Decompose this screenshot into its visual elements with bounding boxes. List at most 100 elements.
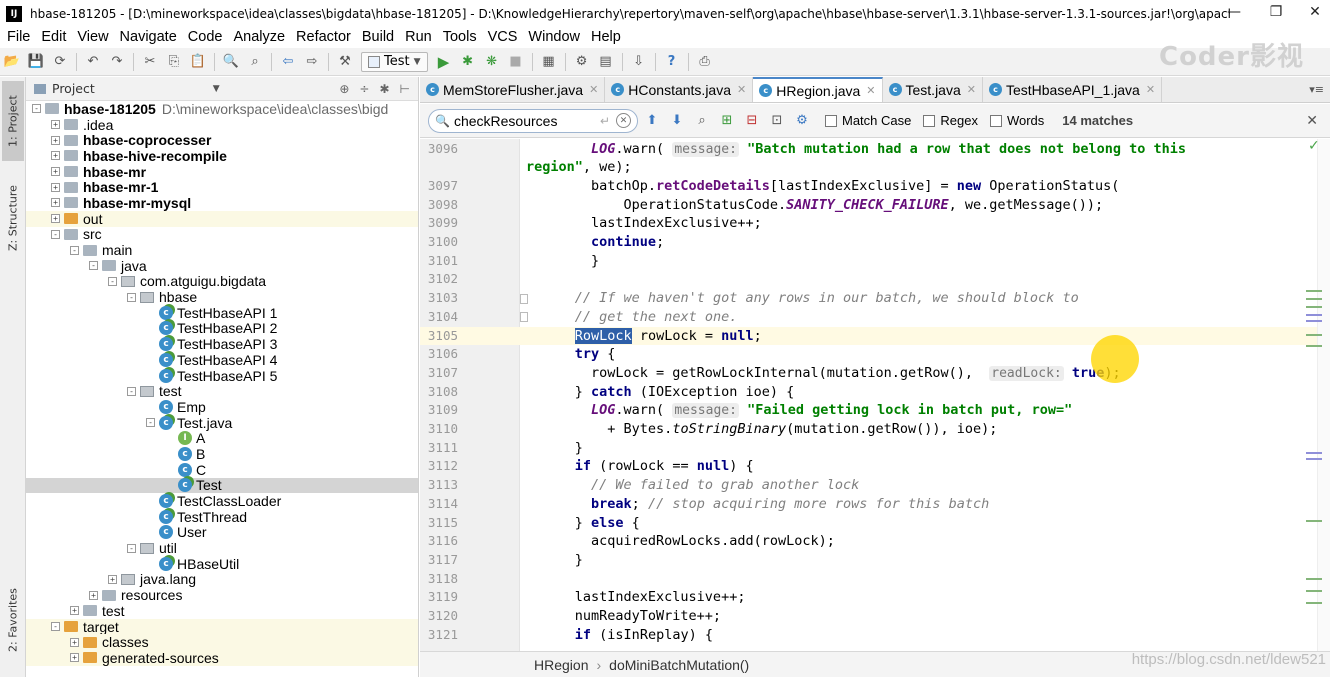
forward-icon[interactable]: ⇨ [301,52,323,72]
collapse-toggle-icon[interactable]: - [51,622,60,632]
breadcrumb-class[interactable]: HRegion [534,657,588,673]
collapse-toggle-icon[interactable]: - [127,292,136,302]
line-number[interactable]: 3117 [420,551,458,570]
code-line[interactable]: 3118 [420,570,1317,589]
remove-occurrence-icon[interactable]: ⊟ [741,111,763,131]
tree-item[interactable]: c TestThread [26,509,418,525]
vcs-icon[interactable]: ⇩ [628,52,650,72]
project-tool-tab[interactable]: 1: Project [2,81,24,161]
menu-code[interactable]: Code [182,29,228,45]
help-icon[interactable]: ? [661,52,683,72]
tree-item[interactable]: + java.lang [26,571,418,587]
breadcrumb-method[interactable]: doMiniBatchMutation() [609,657,749,673]
structure-tool-tab[interactable]: Z: Structure [2,173,24,263]
tree-item[interactable]: c TestHbaseAPI 1 [26,305,418,321]
tree-item[interactable]: c Test [26,477,418,493]
coverage-icon[interactable]: ❋ [481,52,503,72]
debug-icon[interactable]: ✱ [457,52,479,72]
code-line[interactable]: region", we); [420,158,1317,177]
open-folder-icon[interactable]: 📂 [1,52,23,72]
line-number[interactable]: 3108 [420,383,458,402]
find-all-icon[interactable]: ⌕ [691,111,713,131]
clear-search-icon[interactable]: ✕ [616,113,631,128]
line-number[interactable]: 3104 [420,308,458,327]
line-number[interactable]: 3120 [420,607,458,626]
expand-toggle-icon[interactable]: + [51,214,60,224]
back-icon[interactable]: ⇦ [277,52,299,72]
line-number[interactable]: 3110 [420,420,458,439]
line-number[interactable]: 3102 [420,270,458,289]
code-line[interactable]: 3115 } else { [420,514,1317,533]
code-line[interactable]: 3098 OperationStatusCode.SANITY_CHECK_FA… [420,196,1317,215]
menu-navigate[interactable]: Navigate [114,29,182,45]
tree-item[interactable]: + generated-sources [26,650,418,666]
undo-icon[interactable]: ↶ [82,52,104,72]
change-marker[interactable] [1306,298,1322,300]
favorites-tool-tab[interactable]: 2: Favorites [2,575,24,665]
line-number[interactable]: 3115 [420,514,458,533]
tree-item[interactable]: + test [26,603,418,619]
error-stripe[interactable] [1317,139,1330,651]
tree-item[interactable]: c TestHbaseAPI 3 [26,336,418,352]
line-number[interactable]: 3096 [420,140,458,159]
menu-run[interactable]: Run [399,29,437,45]
change-marker[interactable] [1306,290,1322,292]
tree-item[interactable]: - c Test.java [26,415,418,431]
line-number[interactable]: 3105 [420,327,458,346]
tab-list-icon[interactable]: ▾≡ [1303,77,1330,102]
regex-checkbox[interactable]: Regex [923,113,978,128]
tree-item[interactable]: IA [26,430,418,446]
redo-icon[interactable]: ↷ [106,52,128,72]
copy-icon[interactable]: ⎘ [163,52,185,72]
change-marker[interactable] [1306,520,1322,522]
code-line[interactable]: 3119 lastIndexExclusive++; [420,588,1317,607]
build-icon[interactable]: ⚒ [334,52,356,72]
project-panel-title[interactable]: Project [52,81,95,96]
change-marker[interactable] [1306,578,1322,580]
menu-analyze[interactable]: Analyze [227,29,290,45]
expand-toggle-icon[interactable]: + [51,167,60,177]
menu-window[interactable]: Window [522,29,585,45]
previous-occurrence-icon[interactable]: ⬆ [641,111,663,131]
tree-item[interactable]: c TestHbaseAPI 5 [26,368,418,384]
editor-tab[interactable]: c HRegion.java ✕ [753,77,883,102]
tree-item[interactable]: - java [26,258,418,274]
code-line[interactable]: 3113 // We failed to grab another lock [420,476,1317,495]
line-number[interactable]: 3112 [420,457,458,476]
code-line[interactable]: 3114 break; // stop acquiring more rows … [420,495,1317,514]
close-window-button[interactable]: ✕ [1305,4,1325,20]
code-line[interactable]: 3111 } [420,439,1317,458]
tree-item[interactable]: + out [26,211,418,227]
tree-item[interactable]: - test [26,383,418,399]
code-line[interactable]: 3109 LOG.warn( message: "Failed getting … [420,401,1317,420]
expand-toggle-icon[interactable]: + [51,198,60,208]
line-number[interactable]: 3106 [420,345,458,364]
collapse-icon[interactable]: ÷ [359,82,369,96]
close-tab-icon[interactable]: ✕ [1146,83,1155,96]
line-number[interactable]: 3113 [420,476,458,495]
change-marker[interactable] [1306,602,1322,604]
occurrence-marker[interactable] [1306,320,1322,322]
expand-toggle-icon[interactable]: + [51,151,60,161]
code-line[interactable]: 3104 // get the next one. [420,308,1317,327]
words-checkbox[interactable]: Words [989,113,1044,128]
replace-icon[interactable]: ⌕ [244,52,266,72]
tree-item[interactable]: + resources [26,587,418,603]
tree-item[interactable]: c Emp [26,399,418,415]
line-number[interactable]: 3101 [420,252,458,271]
code-line[interactable]: 3121 if (isInReplay) { [420,626,1317,645]
select-all-occurrences-icon[interactable]: ⊡ [766,111,788,131]
close-tab-icon[interactable]: ✕ [589,83,598,96]
code-line[interactable]: 3103 // If we haven't got any rows in ou… [420,289,1317,308]
change-marker[interactable] [1306,306,1322,308]
maximize-button[interactable]: ❐ [1266,4,1286,20]
code-line[interactable]: 3117 } [420,551,1317,570]
collapse-toggle-icon[interactable]: - [108,276,117,286]
stop-icon[interactable]: ■ [505,52,527,72]
search-input[interactable]: 🔍 checkResources ↵ ✕ [428,108,638,133]
code-editor[interactable]: 3096 LOG.warn( message: "Batch mutation … [420,139,1317,651]
code-line[interactable]: 3110 + Bytes.toStringBinary(mutation.get… [420,420,1317,439]
tree-item[interactable]: - src [26,226,418,242]
code-line[interactable]: 3100 continue; [420,233,1317,252]
expand-toggle-icon[interactable]: + [51,135,60,145]
